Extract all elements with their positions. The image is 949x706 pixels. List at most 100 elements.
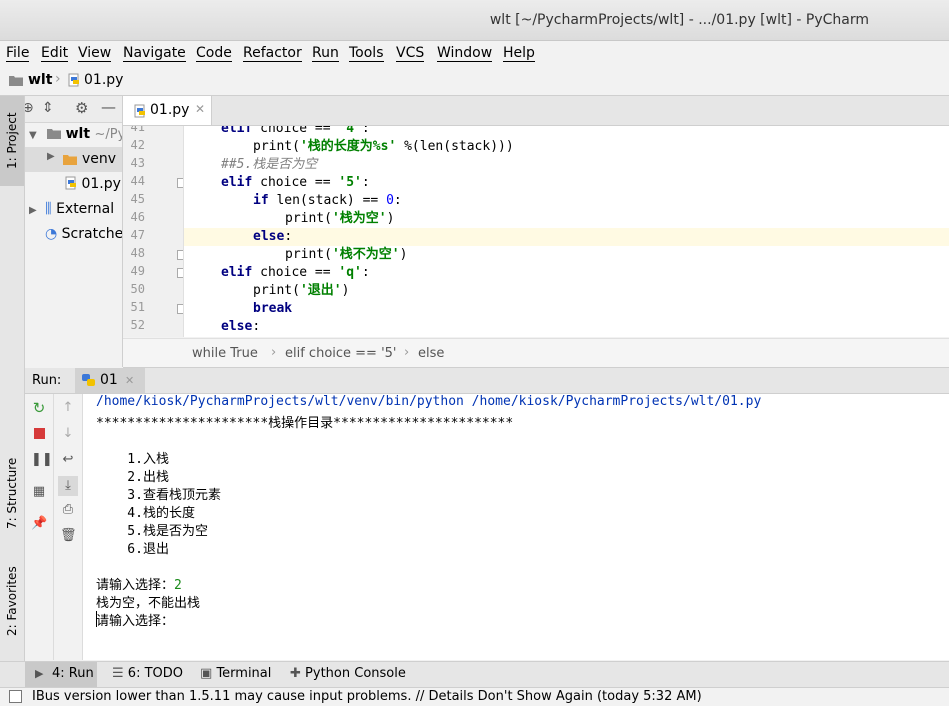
console-input-value: 2 [174,578,182,593]
nav-file[interactable]: 01.py [84,72,123,88]
status-bar: IBus version lower than 1.5.11 may cause… [0,687,949,706]
crumb-elif[interactable]: elif choice == '5' [285,346,397,361]
chevron-right-icon: › [404,345,410,360]
code-line: print('栈不为空') [285,247,408,262]
trash-icon[interactable]: 🗑 [60,528,77,544]
line-number: 47 [130,228,145,242]
layout-icon[interactable]: ▦ [31,484,47,500]
line-number: 45 [130,192,145,206]
close-icon[interactable]: ✕ [125,374,134,387]
line-number: 50 [130,282,145,296]
tab-favorites[interactable]: 2: Favorites [0,556,24,646]
tab-project[interactable]: 1: Project [0,96,24,186]
menu-window[interactable]: Window [437,45,493,62]
menu-vcs[interactable]: VCS [396,45,425,62]
console-line: 请输入选择： [96,614,175,629]
project-panel: ⊕ ⇕ ⚙ — ▼ wlt ~/Py ▶ venv 01.py ▶ ⫼ Exte… [25,96,123,367]
gear-icon[interactable]: ⚙ [75,99,88,117]
fold-marker-icon[interactable] [177,250,183,260]
console-line: 请输入选择：2 [96,578,182,593]
run-console[interactable]: /home/kiosk/PycharmProjects/wlt/venv/bin… [83,394,949,660]
target-icon[interactable]: ⊕ [25,100,34,116]
editor-tab-bar: 01.py ✕ [123,96,949,126]
navigation-bar: wlt › 01.py [0,66,949,96]
run-config-tab[interactable]: 01 ✕ [75,368,145,393]
tab-structure[interactable]: 7: Structure [0,446,24,541]
editor-breadcrumbs: while True › elif choice == '5' › else [123,338,949,368]
python-icon [82,374,95,386]
tab-todo[interactable]: ☰ 6: TODO [112,666,183,681]
menu-tools[interactable]: Tools [349,45,384,62]
python-console-icon: ✚ [290,666,301,681]
arrow-down-icon[interactable]: ↓ [60,426,76,442]
pause-icon[interactable]: ❚❚ [31,452,53,468]
pin-icon[interactable]: 📌 [31,516,47,532]
console-line: 6.退出 [96,542,169,557]
menu-view[interactable]: View [78,45,112,62]
line-number: 41 [130,126,145,134]
editor-gutter: 41 42 43 44 45 46 47 48 49 50 51 52 [123,126,184,337]
chevron-right-icon: › [55,71,61,87]
line-number: 52 [130,318,145,332]
console-line: 1.入栈 [96,452,169,467]
status-message[interactable]: IBus version lower than 1.5.11 may cause… [32,689,702,704]
scratch-icon: ◔ [45,226,58,242]
code-editor[interactable]: elif choice == '4': print('栈的长度为%s' %(le… [184,126,949,337]
console-line: 3.查看栈顶元素 [96,488,221,503]
minimize-icon[interactable]: — [101,98,116,116]
menu-code[interactable]: Code [196,45,232,62]
terminal-icon: ▣ [200,666,213,681]
tab-terminal[interactable]: ▣ Terminal [200,666,271,681]
crumb-else[interactable]: else [418,346,444,361]
fold-marker-icon[interactable] [177,178,183,188]
line-number: 43 [130,156,145,170]
menu-run[interactable]: Run [312,45,339,62]
tab-python-console[interactable]: ✚ Python Console [290,666,406,681]
soft-wrap-icon[interactable]: ↩ [60,452,76,468]
scroll-to-end-icon[interactable]: ⤓ [58,476,78,496]
menu-help[interactable]: Help [503,45,535,62]
code-line: elif choice == 'q': [221,265,370,280]
console-line: **********************栈操作目录*************… [96,416,514,431]
close-icon[interactable]: ✕ [195,102,205,116]
arrow-up-icon[interactable]: ↑ [60,400,76,416]
window-icon[interactable] [9,690,22,703]
tree-item-01py[interactable]: 01.py [65,176,121,192]
python-file-icon [68,73,79,87]
code-line: elif choice == '5': [221,175,370,190]
folder-icon [9,76,23,86]
print-icon[interactable]: ⎙ [60,502,76,518]
rerun-icon[interactable]: ↻ [31,400,47,416]
tree-item-external[interactable]: ▶ ⫼ External [29,201,114,217]
editor-tab-01py[interactable]: 01.py ✕ [123,96,212,125]
menu-navigate[interactable]: Navigate [123,45,186,62]
code-line: if len(stack) == 0: [253,193,402,208]
tree-item-wlt[interactable]: ▼ wlt ~/Py [29,126,122,142]
menu-edit[interactable]: Edit [41,45,69,62]
tree-item-venv[interactable]: ▶ venv [25,147,122,172]
library-icon: ⫼ [45,201,52,217]
fold-marker-icon[interactable] [177,268,183,278]
line-number: 48 [130,246,145,260]
fold-marker-icon[interactable] [177,304,183,314]
menu-file[interactable]: File [6,45,30,62]
list-icon: ☰ [112,666,124,681]
python-file-icon [134,104,145,118]
stop-icon[interactable] [31,426,47,442]
nav-project[interactable]: wlt [28,72,52,88]
text-cursor [96,611,97,627]
code-line: break [253,301,293,316]
code-line: else: [253,229,293,244]
bottom-tool-tabs: ▶ 4: Run ☰ 6: TODO ▣ Terminal ✚ Python C… [0,661,949,687]
crumb-while[interactable]: while True [192,346,258,361]
window-titlebar: wlt [~/PycharmProjects/wlt] - .../01.py … [0,0,949,41]
tab-run[interactable]: ▶ 4: Run [25,662,97,687]
tree-item-scratches[interactable]: ◔ Scratche [45,226,122,242]
menu-refactor[interactable]: Refactor [243,45,302,62]
collapse-icon[interactable]: ⇕ [42,100,54,116]
code-line: print('栈为空') [285,211,395,226]
code-line: else: [221,319,261,334]
console-line: 5.栈是否为空 [96,524,208,539]
line-number: 44 [130,174,145,188]
run-toolbar-primary: ↻ ❚❚ ▦ 📌 [25,394,54,660]
